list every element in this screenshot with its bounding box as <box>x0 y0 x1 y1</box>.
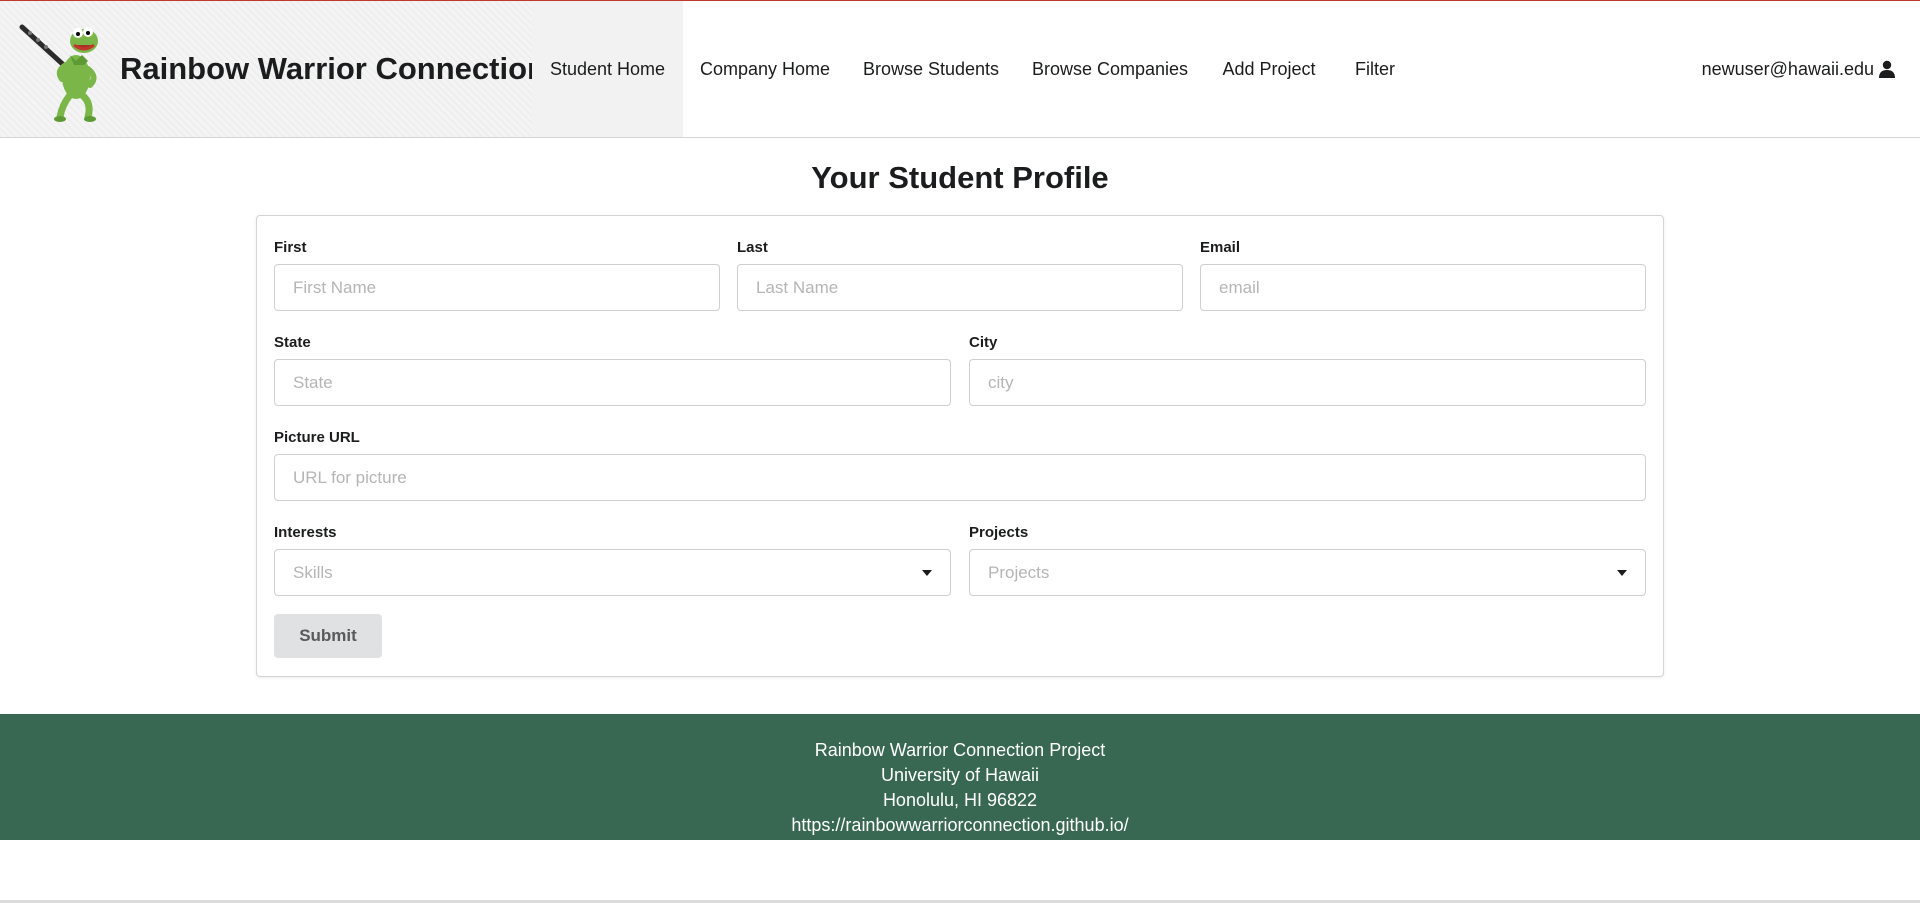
user-menu[interactable]: newuser@hawaii.edu <box>1702 1 1896 137</box>
page-title: Your Student Profile <box>811 160 1109 195</box>
state-field: State <box>274 333 951 406</box>
footer-address: Honolulu, HI 96822 <box>882 790 1038 810</box>
top-navbar: Rainbow Warrior Connection Student Home … <box>0 1 1920 138</box>
student-profile-form: First Last Email State City Picture URL … <box>256 215 1664 677</box>
last-name-field: Last <box>737 238 1183 311</box>
email-label: Email <box>1200 239 1241 256</box>
chevron-down-icon <box>1617 569 1627 576</box>
picture-url-label: Picture URL <box>274 429 360 446</box>
footer-website-link[interactable]: https://rainbowwarriorconnection.github.… <box>0 813 1920 838</box>
first-name-input[interactable] <box>274 264 720 311</box>
picture-url-input[interactable] <box>274 454 1646 501</box>
state-input[interactable] <box>274 359 951 406</box>
last-name-input[interactable] <box>737 264 1183 311</box>
city-input[interactable] <box>969 359 1646 406</box>
state-label: State <box>274 334 311 351</box>
nav-add-project[interactable]: Add Project <box>1205 1 1333 137</box>
user-email: newuser@hawaii.edu <box>1701 58 1874 79</box>
brand-link[interactable]: Rainbow Warrior Connection <box>0 1 546 137</box>
email-field: Email <box>1200 238 1646 311</box>
interests-select[interactable]: Skills <box>274 549 951 596</box>
projects-field: Projects Projects <box>969 523 1646 596</box>
user-icon <box>1879 60 1895 78</box>
footer: Rainbow Warrior Connection Project Unive… <box>0 714 1920 840</box>
email-input[interactable] <box>1200 264 1646 311</box>
interests-label: Interests <box>274 524 337 541</box>
nav-student-home[interactable]: Student Home <box>532 1 683 137</box>
first-name-label: First <box>274 239 307 256</box>
submit-button[interactable]: Submit <box>274 614 382 658</box>
first-name-field: First <box>274 238 720 311</box>
picture-url-field: Picture URL <box>274 428 1646 501</box>
footer-university: University of Hawaii <box>880 765 1040 785</box>
projects-select[interactable]: Projects <box>969 549 1646 596</box>
city-label: City <box>969 334 998 351</box>
nav-filter[interactable]: Filter <box>1333 1 1417 137</box>
nav-company-home[interactable]: Company Home <box>683 1 847 137</box>
nav-browse-companies[interactable]: Browse Companies <box>1015 1 1205 137</box>
city-field: City <box>969 333 1646 406</box>
nav-browse-students[interactable]: Browse Students <box>847 1 1015 137</box>
last-name-label: Last <box>737 239 768 256</box>
projects-placeholder: Projects <box>988 562 1050 582</box>
interests-field: Interests Skills <box>274 523 951 596</box>
footer-project-name: Rainbow Warrior Connection Project <box>814 740 1106 760</box>
projects-label: Projects <box>969 524 1029 541</box>
kermit-logo-icon <box>19 24 98 122</box>
interests-placeholder: Skills <box>293 562 333 582</box>
chevron-down-icon <box>922 569 932 576</box>
brand-title: Rainbow Warrior Connection <box>120 51 546 86</box>
